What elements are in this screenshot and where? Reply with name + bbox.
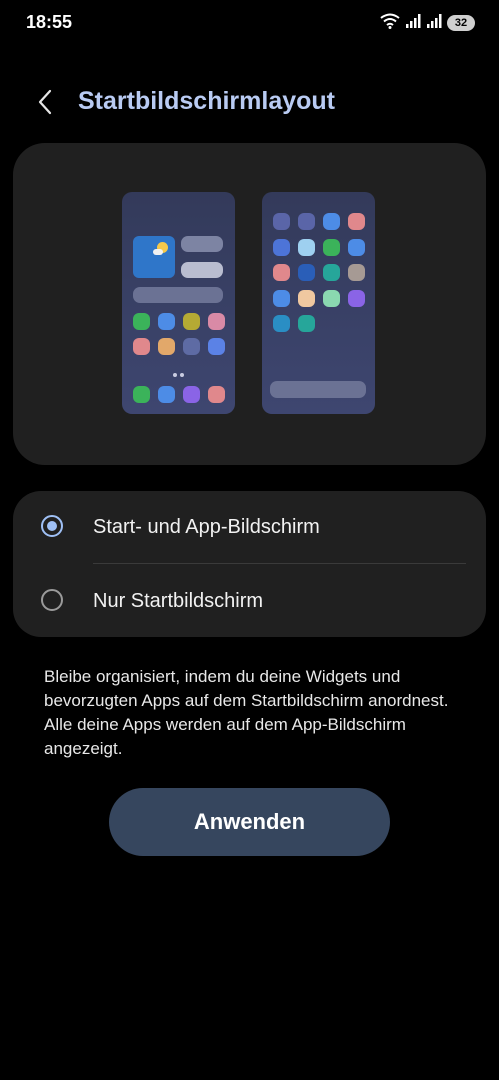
app-icon-placeholder [348,264,365,281]
status-bar: 18:55 32 [0,0,499,46]
page-indicator-dot [180,373,184,377]
widget-placeholder [181,262,223,278]
app-icon-placeholder [348,238,365,256]
app-icon-placeholder [323,264,340,281]
app-icon-placeholder [323,238,340,256]
cloud-icon [153,249,163,255]
app-icon-placeholder [273,238,290,256]
signal-icon [426,13,442,34]
app-icon-placeholder [298,213,315,230]
description-text: Bleibe organisiert, indem du deine Widge… [44,667,449,758]
radio-button-unselected[interactable] [41,589,63,611]
app-icon-placeholder [208,386,225,403]
back-button[interactable] [30,86,62,118]
widget-placeholder [133,287,223,303]
app-icon-placeholder [133,338,150,355]
app-icon-placeholder [323,213,340,230]
app-icon-placeholder [323,289,340,307]
app-icon-placeholder [273,213,290,230]
option-label: Start- und App-Bildschirm [93,516,320,538]
option-home-and-apps-screen[interactable]: Start- und App-Bildschirm [13,491,486,563]
home-screen-preview [122,192,235,414]
chevron-left-icon [30,89,62,122]
battery-icon: 32 [447,15,475,31]
search-bar-placeholder [270,381,366,398]
widget-placeholder [181,236,223,252]
layout-options-card: Start- und App-Bildschirm Nur Startbilds… [13,491,486,637]
page-title: Startbildschirmlayout [78,87,335,115]
app-icon-placeholder [273,289,290,307]
app-icon-placeholder [183,338,200,355]
signal-icon [405,13,421,34]
app-icon-placeholder [133,386,150,403]
apps-screen-preview [262,192,375,414]
layout-preview-card [13,143,486,465]
status-time: 18:55 [26,12,73,32]
app-icon-placeholder [158,338,175,355]
page-indicator-dot [173,373,177,377]
app-icon-placeholder [298,289,315,307]
app-icon-placeholder [273,264,290,281]
app-icon-placeholder [348,289,365,307]
app-icon-placeholder [158,313,175,330]
option-label: Nur Startbildschirm [93,590,264,612]
app-icon-placeholder [298,238,315,256]
app-icon-placeholder [158,386,175,403]
header: Startbildschirmlayout [0,78,499,126]
radio-button-selected[interactable] [41,515,63,537]
wifi-icon [380,13,400,34]
weather-widget-icon [133,236,175,278]
app-icon-placeholder [348,213,365,230]
app-icon-placeholder [208,313,225,330]
apply-button[interactable]: Anwenden [109,788,390,856]
app-icon-placeholder [133,313,150,330]
app-icon-placeholder [298,264,315,281]
option-home-screen-only[interactable]: Nur Startbildschirm [13,565,486,637]
status-icons: 32 [380,13,475,33]
app-icon-placeholder [298,315,315,332]
app-icon-placeholder [273,315,290,332]
app-icon-placeholder [183,386,200,403]
app-icon-placeholder [183,313,200,330]
app-icon-placeholder [208,338,225,355]
divider [93,563,466,564]
